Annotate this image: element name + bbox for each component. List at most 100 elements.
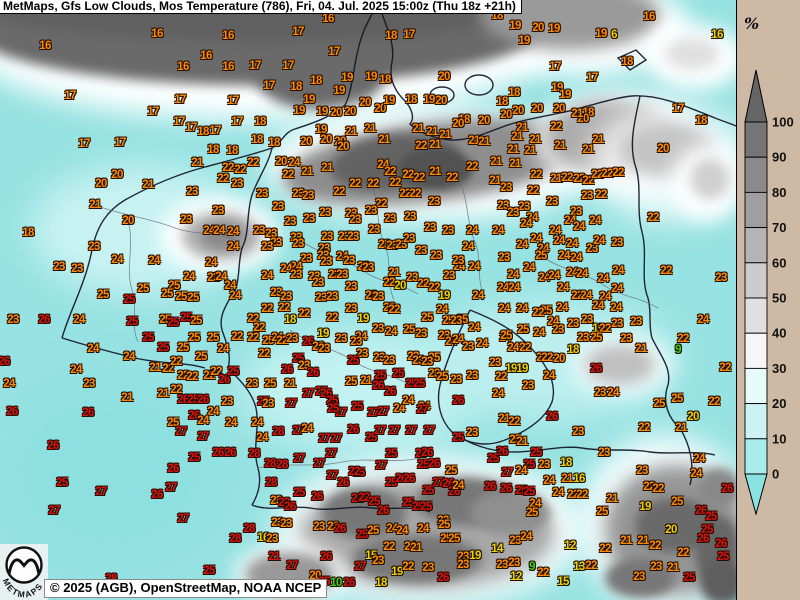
- svg-text:90: 90: [772, 150, 786, 165]
- temp-label: 23: [406, 272, 418, 284]
- temp-label: 16: [573, 473, 585, 485]
- temp-label: 23: [507, 207, 519, 219]
- temp-label: 27: [313, 458, 325, 470]
- temp-label: 22: [383, 277, 395, 289]
- temp-label: 24: [533, 327, 545, 339]
- temp-label: 22: [495, 371, 507, 383]
- temp-label: 22: [261, 303, 273, 315]
- temp-label: 24: [508, 282, 520, 294]
- temp-label: 22: [247, 157, 259, 169]
- temp-label: 25: [227, 366, 239, 378]
- temp-label: 28: [248, 448, 260, 460]
- temp-label: 23: [372, 555, 384, 567]
- temp-label: 20: [500, 109, 512, 121]
- temp-label: 24: [690, 468, 702, 480]
- temp-label: 24: [543, 370, 555, 382]
- temp-label: 26: [212, 447, 224, 459]
- temp-label: 21: [378, 134, 390, 146]
- temp-label: 25: [97, 289, 109, 301]
- temp-label: 25: [187, 292, 199, 304]
- temp-label: 20: [478, 115, 490, 127]
- temp-label: 22: [258, 348, 270, 360]
- temp-label: 24: [87, 343, 99, 355]
- temp-label: 23: [365, 205, 377, 217]
- temp-label: 26: [197, 394, 209, 406]
- temp-label: 22: [326, 312, 338, 324]
- temp-label: 19: [438, 290, 450, 302]
- temp-label: 23: [546, 196, 558, 208]
- temp-label: 23: [620, 333, 632, 345]
- temp-label: 21: [509, 158, 521, 170]
- temp-label: 23: [347, 231, 359, 243]
- temp-label: 24: [301, 423, 313, 435]
- temp-label: 22: [708, 396, 720, 408]
- temp-label: 20: [553, 353, 565, 365]
- temp-label: 19: [316, 106, 328, 118]
- temp-label: 20: [438, 71, 450, 83]
- map-title: MetMaps, Gfs Low Clouds, Mos Temperature…: [3, 0, 516, 13]
- temp-label: 24: [385, 326, 397, 338]
- temp-label: 25: [653, 398, 665, 410]
- temp-label: 23: [611, 318, 623, 330]
- temp-label: 18: [560, 457, 572, 469]
- temp-label: 20: [330, 107, 342, 119]
- weather-map[interactable]: 1616161616161717171717171817171717181816…: [0, 0, 737, 600]
- temp-label: 23: [498, 252, 510, 264]
- temp-label: 20: [512, 105, 524, 117]
- temp-label: 16: [39, 40, 51, 52]
- title-bar: MetMaps, Gfs Low Clouds, Mos Temperature…: [0, 0, 522, 14]
- temp-label: 25: [448, 533, 460, 545]
- temp-label: 22: [234, 164, 246, 176]
- temp-label: 24: [288, 157, 300, 169]
- temp-label: 21: [284, 378, 296, 390]
- temp-label: 10: [330, 577, 342, 589]
- temp-label: 21: [321, 162, 333, 174]
- temp-label: 27: [377, 406, 389, 418]
- temp-label: 27: [197, 431, 209, 443]
- temp-label: 22: [660, 265, 672, 277]
- temp-label: 19: [516, 363, 528, 375]
- temp-label: 18: [226, 145, 238, 157]
- attribution-text: © 2025 (AGB), OpenStreetMap, NOAA NCEP: [50, 580, 321, 595]
- temp-label: 18: [385, 30, 397, 42]
- temp-label: 18: [268, 137, 280, 149]
- temp-label: 22: [601, 168, 613, 180]
- temp-label: 21: [516, 436, 528, 448]
- temp-label: 22: [367, 178, 379, 190]
- attribution-bar: © 2025 (AGB), OpenStreetMap, NOAA NCEP: [44, 579, 327, 598]
- temp-label: 17: [282, 60, 294, 72]
- temp-label: 16: [177, 61, 189, 73]
- temp-label: 17: [549, 61, 561, 73]
- temp-label: 22: [409, 188, 421, 200]
- temp-label: 23: [452, 255, 464, 267]
- temp-label: 21: [429, 166, 441, 178]
- temp-label: 21: [268, 551, 280, 563]
- temp-label: 22: [561, 172, 573, 184]
- temp-label: 22: [282, 169, 294, 181]
- temp-label: 25: [351, 401, 363, 413]
- temp-label: 27: [95, 486, 107, 498]
- temp-label: 23: [318, 343, 330, 355]
- temp-label: 23: [349, 214, 361, 226]
- temp-label: 21: [142, 179, 154, 191]
- temp-label: 23: [450, 315, 462, 327]
- temp-label: 26: [281, 364, 293, 376]
- temp-label: 22: [186, 371, 198, 383]
- temp-label: 25: [417, 459, 429, 471]
- temp-label: 25: [356, 529, 368, 541]
- temp-label: 18: [567, 344, 579, 356]
- temp-label: 25: [190, 315, 202, 327]
- temp-label: 26: [697, 533, 709, 545]
- temp-label: 27: [405, 425, 417, 437]
- temp-label: 24: [213, 225, 225, 237]
- temp-label: 18: [310, 75, 322, 87]
- weather-map-screen: 1616161616161717171717171817171717181816…: [0, 0, 800, 600]
- temp-label: 23: [383, 355, 395, 367]
- temp-label: 25: [438, 519, 450, 531]
- temp-label: 24: [111, 254, 123, 266]
- temp-label: 22: [719, 362, 731, 374]
- temp-label: 24: [507, 342, 519, 354]
- temp-label: 24: [217, 343, 229, 355]
- temp-label: 23: [286, 333, 298, 345]
- metmaps-logo[interactable]: METMAPS: [0, 544, 48, 600]
